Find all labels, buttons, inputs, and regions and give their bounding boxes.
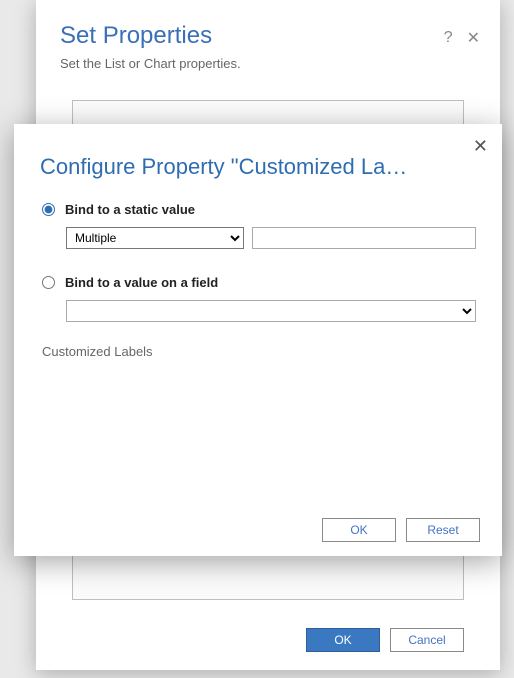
- cancel-button[interactable]: Cancel: [390, 628, 464, 652]
- dialog-title: Set Properties: [60, 22, 476, 50]
- customized-labels-text: Customized Labels: [42, 344, 476, 359]
- dialog-header-actions: ? ✕: [444, 28, 480, 48]
- option-field-radio[interactable]: [42, 276, 55, 289]
- field-select[interactable]: [66, 300, 476, 322]
- option-static-radio[interactable]: [42, 203, 55, 216]
- ok-button[interactable]: OK: [322, 518, 396, 542]
- static-controls: Multiple: [66, 227, 476, 249]
- dialog-subtitle: Set the List or Chart properties.: [60, 56, 476, 71]
- dialog-header: Set Properties Set the List or Chart pro…: [36, 0, 500, 81]
- close-icon[interactable]: ✕: [467, 28, 480, 48]
- dialog-footer: OK Cancel: [306, 628, 464, 652]
- static-type-select[interactable]: Multiple: [66, 227, 244, 249]
- option-field-row[interactable]: Bind to a value on a field: [40, 275, 476, 290]
- ok-button[interactable]: OK: [306, 628, 380, 652]
- static-value-input[interactable]: [252, 227, 476, 249]
- help-icon[interactable]: ?: [444, 29, 453, 47]
- dialog-title: Configure Property "Customized La…: [40, 154, 476, 180]
- dialog-footer: OK Reset: [322, 518, 480, 542]
- option-field-label: Bind to a value on a field: [65, 275, 218, 290]
- configure-property-dialog: ✕ Configure Property "Customized La… Bin…: [14, 124, 502, 556]
- option-static-label: Bind to a static value: [65, 202, 195, 217]
- option-static-row[interactable]: Bind to a static value: [40, 202, 476, 217]
- close-icon[interactable]: ✕: [473, 136, 488, 157]
- field-controls: [66, 300, 476, 322]
- reset-button[interactable]: Reset: [406, 518, 480, 542]
